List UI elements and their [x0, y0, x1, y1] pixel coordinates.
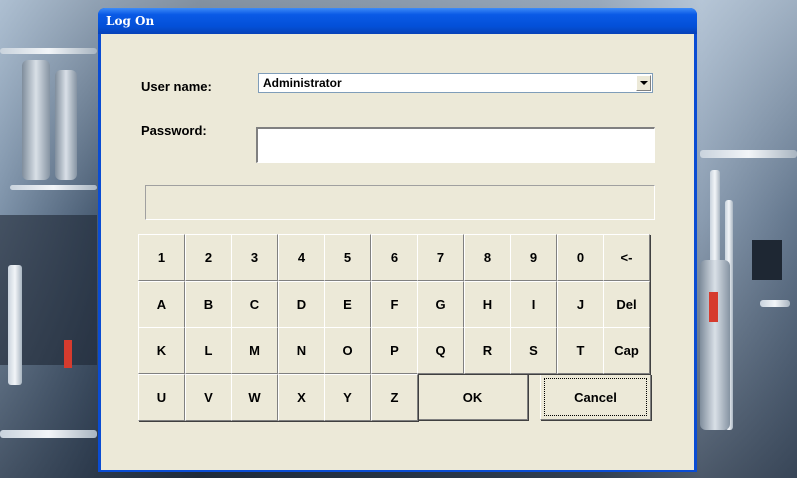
cancel-button[interactable]: Cancel: [540, 374, 651, 420]
key-c[interactable]: C: [231, 281, 278, 328]
key-n[interactable]: N: [278, 327, 325, 374]
password-label: Password:: [141, 123, 207, 138]
dropdown-arrow-icon[interactable]: [636, 75, 651, 91]
key-8[interactable]: 8: [464, 234, 511, 281]
key-i[interactable]: I: [510, 281, 557, 328]
key-f[interactable]: F: [371, 281, 418, 328]
key-o[interactable]: O: [324, 327, 371, 374]
password-field[interactable]: [256, 127, 655, 163]
dialog-body: User name: Administrator Password: OK Ca…: [101, 34, 694, 470]
title-bar[interactable]: Log On: [98, 8, 697, 34]
key-s[interactable]: S: [510, 327, 557, 374]
key-r[interactable]: R: [464, 327, 511, 374]
key-e[interactable]: E: [324, 281, 371, 328]
ok-button[interactable]: OK: [417, 374, 528, 420]
key-cap[interactable]: Cap: [603, 327, 650, 374]
key-9[interactable]: 9: [510, 234, 557, 281]
key-z[interactable]: Z: [371, 374, 418, 421]
window-title: Log On: [106, 14, 155, 28]
key-1[interactable]: 1: [138, 234, 185, 281]
key-v[interactable]: V: [185, 374, 232, 421]
key-u[interactable]: U: [138, 374, 185, 421]
key-2[interactable]: 2: [185, 234, 232, 281]
onscreen-keyboard: OK Cancel 1 2 3 4 5 6 7 8 9 0 <- A B C D E F G H I J Del K L M N O…: [138, 234, 653, 421]
key-5[interactable]: 5: [324, 234, 371, 281]
key-d[interactable]: D: [278, 281, 325, 328]
logon-dialog: Log On User name: Administrator Password…: [98, 8, 697, 472]
username-combobox[interactable]: Administrator: [258, 73, 653, 93]
key-a[interactable]: A: [138, 281, 185, 328]
username-value: Administrator: [263, 76, 342, 90]
key-q[interactable]: Q: [417, 327, 464, 374]
key-j[interactable]: J: [557, 281, 604, 328]
username-label: User name:: [141, 79, 212, 94]
key-6[interactable]: 6: [371, 234, 418, 281]
key-del[interactable]: Del: [603, 281, 650, 328]
message-bar: [145, 185, 655, 220]
key-m[interactable]: M: [231, 327, 278, 374]
key-b[interactable]: B: [185, 281, 232, 328]
key-backspace[interactable]: <-: [603, 234, 650, 281]
key-h[interactable]: H: [464, 281, 511, 328]
key-t[interactable]: T: [557, 327, 604, 374]
key-g[interactable]: G: [417, 281, 464, 328]
key-x[interactable]: X: [278, 374, 325, 421]
key-3[interactable]: 3: [231, 234, 278, 281]
key-7[interactable]: 7: [417, 234, 464, 281]
key-w[interactable]: W: [231, 374, 278, 421]
key-4[interactable]: 4: [278, 234, 325, 281]
key-0[interactable]: 0: [557, 234, 604, 281]
key-k[interactable]: K: [138, 327, 185, 374]
key-l[interactable]: L: [185, 327, 232, 374]
key-p[interactable]: P: [371, 327, 418, 374]
key-y[interactable]: Y: [324, 374, 371, 421]
